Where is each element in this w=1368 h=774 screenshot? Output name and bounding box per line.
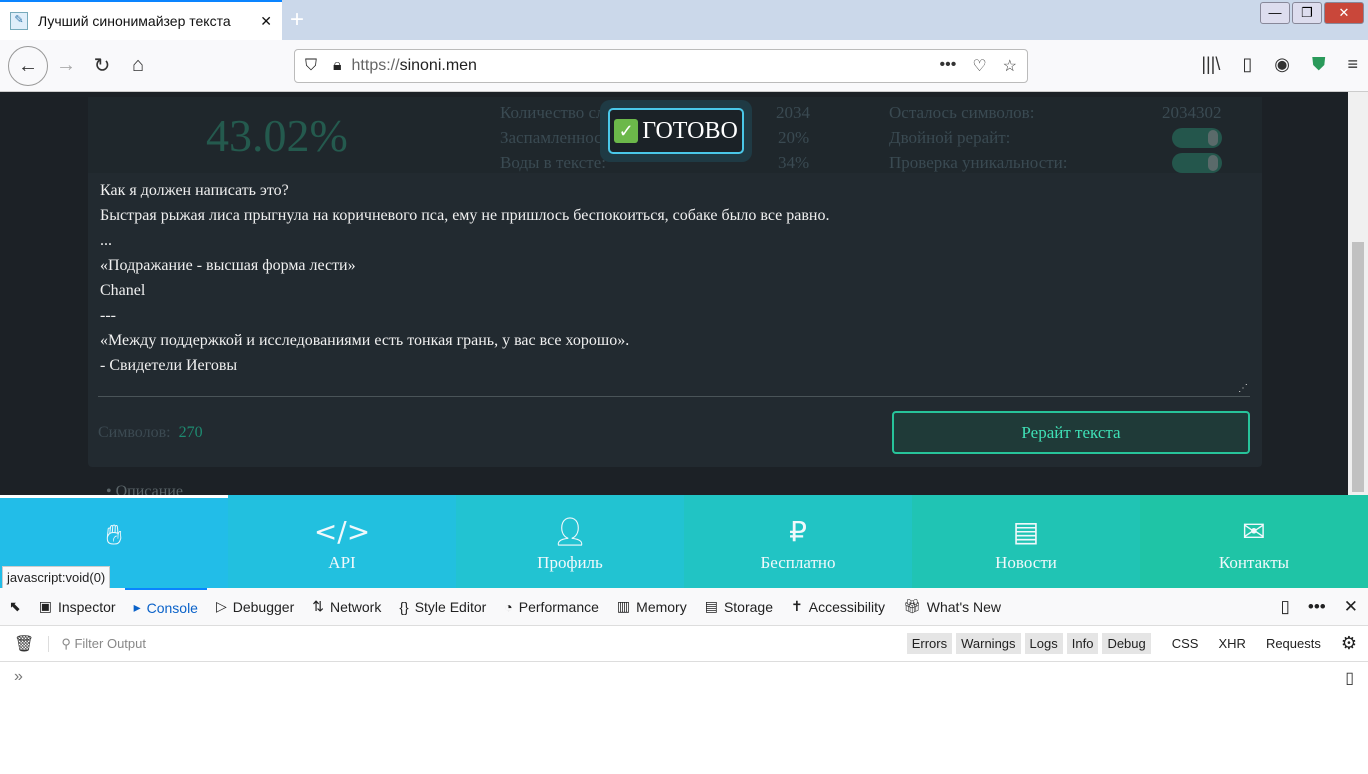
split-console-icon[interactable]: ▯ xyxy=(1345,668,1354,688)
filter-requests[interactable]: Requests xyxy=(1261,633,1326,654)
check-icon: ✓ xyxy=(614,119,639,143)
newspaper-icon: ▤ xyxy=(1012,515,1040,548)
chip-icon: ▥ xyxy=(616,598,631,614)
back-button[interactable]: ← xyxy=(8,45,48,86)
tab-memory[interactable]: ▥ Memory xyxy=(608,588,696,626)
page-scrollbar[interactable] xyxy=(1348,92,1368,495)
footer-item-free[interactable]: ₽ Бесплатно xyxy=(684,495,912,588)
footer-item-api[interactable]: </> API xyxy=(228,495,456,588)
devtools-toolbar: ⬉ ▣ Inspector ▸ Console ▷ Debugger ⇅ Network… xyxy=(0,587,1368,626)
extension-shield-icon[interactable]: ⛊ xyxy=(1312,54,1326,75)
tab-inspector[interactable]: ▣ Inspector xyxy=(30,588,125,626)
new-tab-button[interactable]: + xyxy=(290,6,304,34)
console-filter-bar: 🗑︎ ⚲ Filter Output Errors Warnings Logs Inf… xyxy=(0,626,1368,662)
double-rewrite-toggle[interactable] xyxy=(1172,128,1222,148)
shield-icon: ⛉ xyxy=(305,57,318,74)
more-icon[interactable]: ••• xyxy=(940,56,957,76)
footer-nav: ✋︎ </> API 👤︎ Профиль ₽ Бесплатно ▤ Новости … xyxy=(0,495,1368,588)
hand-icon: ✋︎ xyxy=(106,518,122,551)
text-area[interactable]: Как я должен написать это? Быстрая рыжая … xyxy=(100,178,829,378)
gauge-icon: ◔ xyxy=(504,598,513,615)
resize-handle[interactable]: ⋰ xyxy=(1238,383,1248,394)
uniqueness-check-toggle[interactable] xyxy=(1172,153,1222,173)
filter-debug[interactable]: Debug xyxy=(1102,633,1151,654)
char-count: Символов: 270 xyxy=(98,424,203,441)
envelope-icon: ✉ xyxy=(1242,515,1266,548)
ruble-icon: ₽ xyxy=(789,515,807,548)
lock-icon: 🔒︎ xyxy=(333,57,342,74)
menu-icon[interactable]: ≡ xyxy=(1347,54,1358,75)
gift-icon: 🎁︎ xyxy=(902,598,921,614)
close-window-button[interactable]: ✕ xyxy=(1324,2,1364,24)
inspector-icon: ▣ xyxy=(38,598,52,614)
more-options-icon[interactable]: ••• xyxy=(1308,597,1326,617)
tab-network[interactable]: ⇅ Network xyxy=(303,588,390,626)
tab-whats-new[interactable]: 🎁︎ What's New xyxy=(894,588,1010,626)
favicon-icon: ✎ xyxy=(10,12,28,30)
sidebar-icon[interactable]: ▯ xyxy=(1242,54,1252,75)
reload-button[interactable]: ↻ xyxy=(84,53,120,78)
filter-xhr[interactable]: XHR xyxy=(1213,633,1250,654)
minimize-button[interactable]: — xyxy=(1260,2,1290,24)
browser-tab[interactable]: ✎ Лучший синонимайзер текста ✕ xyxy=(0,0,282,40)
footer-item-news[interactable]: ▤ Новости xyxy=(912,495,1140,588)
filter-logs[interactable]: Logs xyxy=(1024,633,1063,654)
close-devtools-icon[interactable]: ✕ xyxy=(1344,597,1358,617)
filter-errors[interactable]: Errors xyxy=(906,633,953,654)
uniqueness-percent: 43.02% xyxy=(206,110,348,161)
filter-input[interactable]: ⚲ Filter Output xyxy=(48,635,146,652)
filter-css[interactable]: CSS xyxy=(1167,633,1204,654)
tab-style-editor[interactable]: {} Style Editor xyxy=(390,588,495,626)
forward-button[interactable]: → xyxy=(48,54,84,77)
console-icon: ▸ xyxy=(133,599,141,615)
accessibility-icon: ✝ xyxy=(791,598,803,614)
home-button[interactable]: ⌂ xyxy=(120,54,156,77)
account-icon[interactable]: ◉ xyxy=(1274,54,1290,75)
rewrite-button[interactable]: Рерайт текста xyxy=(892,411,1250,454)
tab-bar: ✎ Лучший синонимайзер текста ✕ + — ❐ ✕ xyxy=(0,0,1368,40)
divider xyxy=(98,396,1250,397)
nav-bar: ← → ↻ ⌂ ⛉ 🔒︎ https://sinoni.men ••• ♡ ☆ |||\… xyxy=(0,40,1368,92)
footer-item-profile[interactable]: 👤︎ Профиль xyxy=(456,495,684,588)
settings-gear-icon[interactable]: ⚙ xyxy=(1336,630,1362,657)
close-tab-icon[interactable]: ✕ xyxy=(260,13,272,30)
code-icon: </> xyxy=(313,515,371,548)
library-icon[interactable]: |||\ xyxy=(1201,54,1220,75)
debugger-icon: ▷ xyxy=(215,598,227,614)
user-icon: 👤︎ xyxy=(552,515,588,548)
tab-accessibility[interactable]: ✝ Accessibility xyxy=(782,588,894,626)
tab-debugger[interactable]: ▷ Debugger xyxy=(207,588,303,626)
storage-icon: ▤ xyxy=(704,598,718,614)
dock-icon[interactable]: ▯ xyxy=(1281,597,1290,617)
filter-warnings[interactable]: Warnings xyxy=(956,633,1021,654)
ready-badge: ✓ ГОТОВО xyxy=(600,100,752,162)
element-picker-button[interactable]: ⬉ xyxy=(0,588,30,626)
star-icon[interactable]: ☆ xyxy=(1003,56,1017,76)
url-bar[interactable]: ⛉ 🔒︎ https://sinoni.men ••• ♡ ☆ xyxy=(294,49,1028,83)
tab-storage[interactable]: ▤ Storage xyxy=(696,588,782,626)
pocket-icon[interactable]: ♡ xyxy=(972,56,986,76)
filter-info[interactable]: Info xyxy=(1066,633,1099,654)
network-icon: ⇅ xyxy=(312,598,324,614)
braces-icon: {} xyxy=(399,598,409,615)
restore-button[interactable]: ❐ xyxy=(1292,2,1322,24)
tab-performance[interactable]: ◔ Performance xyxy=(495,588,608,626)
console-prompt-icon[interactable]: » xyxy=(14,668,23,686)
trash-icon[interactable]: 🗑︎ xyxy=(0,634,48,654)
footer-item-contacts[interactable]: ✉ Контакты xyxy=(1140,495,1368,588)
status-url: javascript:void(0) xyxy=(2,566,111,589)
tab-console[interactable]: ▸ Console xyxy=(124,587,207,626)
